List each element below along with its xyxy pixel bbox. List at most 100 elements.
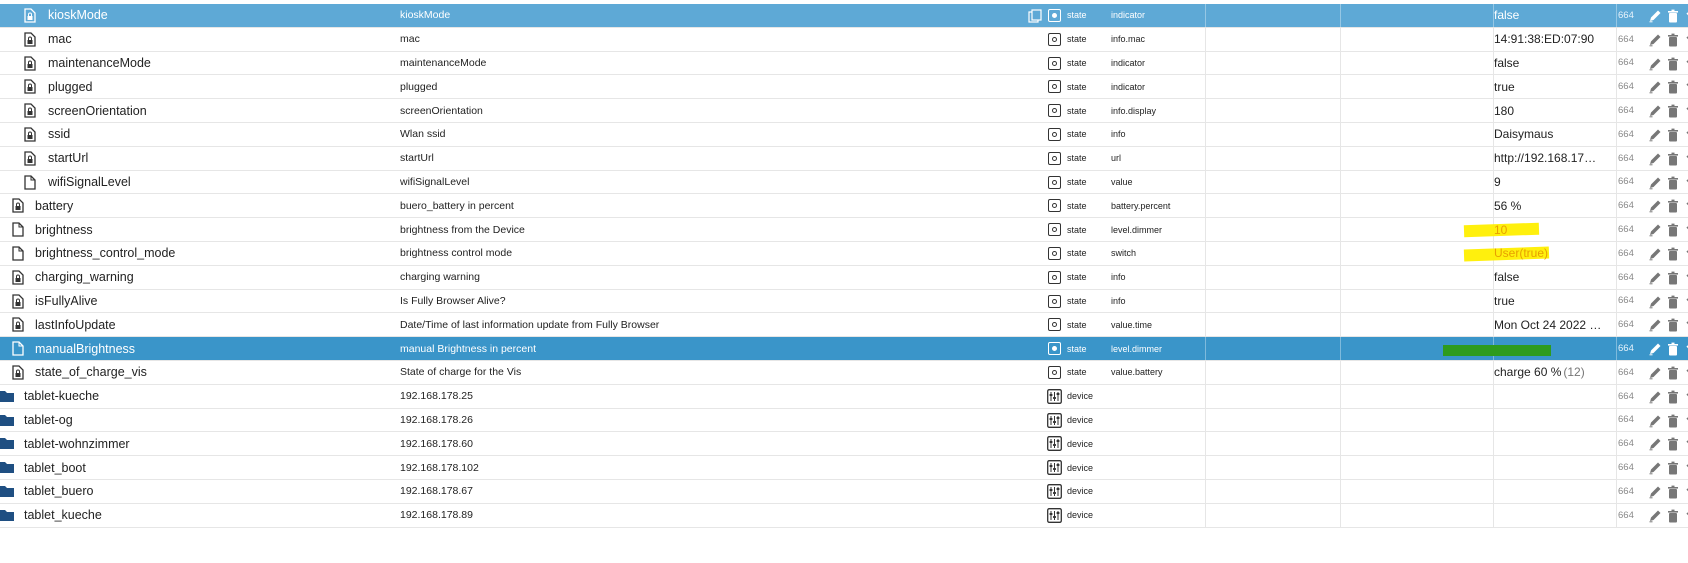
expand-icon[interactable]	[1682, 295, 1688, 309]
expand-icon[interactable]	[1682, 318, 1688, 332]
delete-icon[interactable]	[1666, 128, 1680, 142]
table-row[interactable]: charging_warning charging warning state inf…	[0, 265, 1688, 290]
table-row[interactable]: ssid Wlan ssid state info Daisymaus 664	[0, 122, 1688, 147]
object-value[interactable]: http://192.168.17…	[1494, 147, 1614, 170]
object-value[interactable]	[1494, 409, 1614, 432]
object-value[interactable]	[1494, 504, 1614, 527]
expand-icon[interactable]	[1682, 271, 1688, 285]
table-row[interactable]: startUrl startUrl state url http://192.168.1…	[0, 146, 1688, 171]
delete-icon[interactable]	[1666, 461, 1680, 475]
delete-icon[interactable]	[1666, 199, 1680, 213]
expand-icon[interactable]	[1682, 152, 1688, 166]
expand-icon[interactable]	[1682, 342, 1688, 356]
edit-icon[interactable]	[1648, 271, 1662, 285]
object-value[interactable]: true	[1494, 290, 1614, 313]
object-value[interactable]	[1494, 432, 1614, 455]
object-value[interactable]: 14:91:38:ED:07:90	[1494, 28, 1614, 51]
edit-icon[interactable]	[1648, 152, 1662, 166]
copy-icon[interactable]	[1028, 9, 1042, 23]
expand-icon[interactable]	[1682, 461, 1688, 475]
expand-icon[interactable]	[1682, 247, 1688, 261]
edit-icon[interactable]	[1648, 199, 1662, 213]
delete-icon[interactable]	[1666, 9, 1680, 23]
device-row[interactable]: tablet-og 192.168.178.26 device 664	[0, 408, 1688, 433]
expand-icon[interactable]	[1682, 9, 1688, 23]
delete-icon[interactable]	[1666, 366, 1680, 380]
object-value[interactable]: 9	[1494, 171, 1614, 194]
expand-icon[interactable]	[1682, 33, 1688, 47]
delete-icon[interactable]	[1666, 33, 1680, 47]
expand-icon[interactable]	[1682, 104, 1688, 118]
expand-icon[interactable]	[1682, 485, 1688, 499]
edit-icon[interactable]	[1648, 223, 1662, 237]
object-value[interactable]: Mon Oct 24 2022 …	[1494, 313, 1614, 336]
edit-icon[interactable]	[1648, 414, 1662, 428]
table-row[interactable]: lastInfoUpdate Date/Time of last informat…	[0, 313, 1688, 338]
expand-icon[interactable]	[1682, 223, 1688, 237]
table-row[interactable]: mac mac state info.mac 14:91:38:ED:07:90 664	[0, 27, 1688, 52]
object-value[interactable]	[1494, 480, 1614, 503]
table-row[interactable]: kioskMode kioskMode state indicator false 664	[0, 4, 1688, 28]
table-row[interactable]: wifiSignalLevel wifiSignalLevel state value…	[0, 170, 1688, 195]
delete-icon[interactable]	[1666, 247, 1680, 261]
expand-icon[interactable]	[1682, 366, 1688, 380]
edit-icon[interactable]	[1648, 104, 1662, 118]
device-row[interactable]: tablet-wohnzimmer 192.168.178.60 device 664	[0, 432, 1688, 457]
expand-icon[interactable]	[1682, 57, 1688, 71]
delete-icon[interactable]	[1666, 485, 1680, 499]
edit-icon[interactable]	[1648, 437, 1662, 451]
delete-icon[interactable]	[1666, 176, 1680, 190]
delete-icon[interactable]	[1666, 342, 1680, 356]
edit-icon[interactable]	[1648, 33, 1662, 47]
edit-icon[interactable]	[1648, 247, 1662, 261]
table-row[interactable]: state_of_charge_vis State of charge for t…	[0, 360, 1688, 385]
edit-icon[interactable]	[1648, 318, 1662, 332]
delete-icon[interactable]	[1666, 57, 1680, 71]
object-value[interactable]	[1494, 456, 1614, 479]
edit-icon[interactable]	[1648, 128, 1662, 142]
object-value[interactable]: charge 60 % (12)	[1494, 361, 1614, 384]
delete-icon[interactable]	[1666, 223, 1680, 237]
table-row[interactable]: maintenanceMode maintenanceMode state indic…	[0, 51, 1688, 76]
edit-icon[interactable]	[1648, 461, 1662, 475]
object-value[interactable]: User(true)	[1494, 242, 1614, 265]
delete-icon[interactable]	[1666, 509, 1680, 523]
object-value[interactable]	[1494, 337, 1614, 360]
object-value[interactable]: 180	[1494, 99, 1614, 122]
object-value[interactable]: Daisymaus	[1494, 123, 1614, 146]
object-value[interactable]	[1494, 385, 1614, 408]
edit-icon[interactable]	[1648, 176, 1662, 190]
edit-icon[interactable]	[1648, 390, 1662, 404]
table-row[interactable]: screenOrientation screenOrientation state i…	[0, 99, 1688, 123]
delete-icon[interactable]	[1666, 80, 1680, 94]
expand-icon[interactable]	[1682, 176, 1688, 190]
object-value[interactable]: false	[1494, 266, 1614, 289]
expand-icon[interactable]	[1682, 509, 1688, 523]
table-row[interactable]: plugged plugged state indicator true 664	[0, 75, 1688, 100]
edit-icon[interactable]	[1648, 366, 1662, 380]
edit-icon[interactable]	[1648, 509, 1662, 523]
edit-icon[interactable]	[1648, 295, 1662, 309]
expand-icon[interactable]	[1682, 414, 1688, 428]
expand-icon[interactable]	[1682, 128, 1688, 142]
object-value[interactable]: false	[1494, 4, 1614, 27]
edit-icon[interactable]	[1648, 485, 1662, 499]
delete-icon[interactable]	[1666, 318, 1680, 332]
expand-icon[interactable]	[1682, 390, 1688, 404]
delete-icon[interactable]	[1666, 414, 1680, 428]
object-value[interactable]: 10	[1494, 218, 1614, 241]
device-row[interactable]: tablet-kueche 192.168.178.25 device 664	[0, 384, 1688, 409]
expand-icon[interactable]	[1682, 199, 1688, 213]
delete-icon[interactable]	[1666, 104, 1680, 118]
object-value[interactable]: true	[1494, 75, 1614, 98]
table-row[interactable]: brightness brightness from the Device stat…	[0, 218, 1688, 242]
table-row[interactable]: isFullyAlive Is Fully Browser Alive? state…	[0, 289, 1688, 314]
delete-icon[interactable]	[1666, 271, 1680, 285]
expand-icon[interactable]	[1682, 80, 1688, 94]
object-value[interactable]: false	[1494, 52, 1614, 75]
delete-icon[interactable]	[1666, 437, 1680, 451]
device-row[interactable]: tablet_kueche 192.168.178.89 device 664	[0, 503, 1688, 528]
edit-icon[interactable]	[1648, 57, 1662, 71]
device-row[interactable]: tablet_buero 192.168.178.67 device 664	[0, 479, 1688, 504]
device-row[interactable]: tablet_boot 192.168.178.102 device 664	[0, 456, 1688, 480]
